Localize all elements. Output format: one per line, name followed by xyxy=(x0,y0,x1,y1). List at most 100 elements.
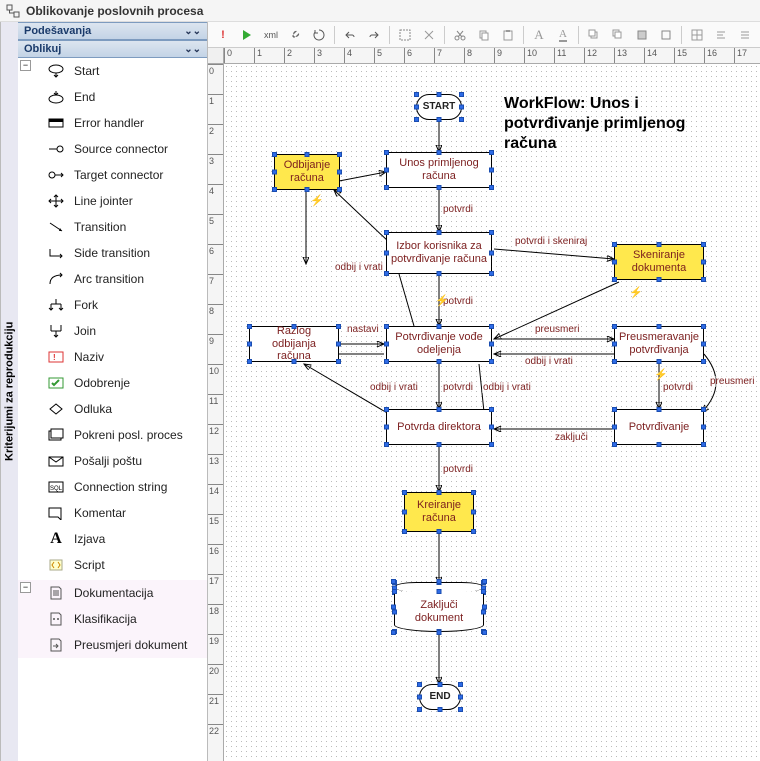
node-razlog[interactable]: Razlog odbijanja računa xyxy=(249,326,339,362)
tool-label: Start xyxy=(74,64,99,78)
node-preusmeravanje[interactable]: Preusmeravanje potvrđivanja xyxy=(614,326,704,362)
text-button[interactable]: A xyxy=(528,24,550,46)
ruler-vertical: 012345678910111213141516171819202122 xyxy=(208,64,224,761)
panel-design-header[interactable]: Oblikuj ⌄⌄ xyxy=(18,40,207,58)
node-potvrdjivanje-vode[interactable]: Potvrđivanje vođe odeljenja xyxy=(386,326,492,362)
tool-transition[interactable]: Transition xyxy=(18,214,207,240)
line-color-button[interactable] xyxy=(655,24,677,46)
arc-transition-icon xyxy=(46,270,66,288)
tool-arc-transition[interactable]: Arc transition xyxy=(18,266,207,292)
tool-fork[interactable]: Fork xyxy=(18,292,207,318)
approval-icon xyxy=(46,374,66,392)
decision-icon xyxy=(46,400,66,418)
tool-script[interactable]: Script xyxy=(18,552,207,578)
redo-button[interactable] xyxy=(363,24,385,46)
xml-button[interactable]: xml xyxy=(260,24,282,46)
canvas-toolbar: ! xml A A xyxy=(208,22,760,48)
node-potvrda-direktora[interactable]: Potvrda direktora xyxy=(386,409,492,445)
tool-odobrenje[interactable]: Odobrenje xyxy=(18,370,207,396)
vertical-tab-criteria[interactable]: Kriterijumi za reprodukciju xyxy=(0,22,18,761)
validate-button[interactable]: ! xyxy=(212,24,234,46)
undo-button[interactable] xyxy=(339,24,361,46)
tool-label: Arc transition xyxy=(74,272,144,286)
conn-label: potvrdi i skeniraj xyxy=(514,236,588,247)
tool-connection-string[interactable]: SQL Connection string xyxy=(18,474,207,500)
tool-odluka[interactable]: Odluka xyxy=(18,396,207,422)
tool-label: Target connector xyxy=(74,168,163,182)
reload-button[interactable] xyxy=(308,24,330,46)
tool-label: Source connector xyxy=(74,142,168,156)
node-zakljuci[interactable]: Zaključi dokument xyxy=(394,582,484,632)
tool-naziv[interactable]: ! Naziv xyxy=(18,344,207,370)
side-transition-icon xyxy=(46,244,66,262)
tool-label: Klasifikacija xyxy=(74,612,137,626)
script-icon xyxy=(46,556,66,574)
name-icon: ! xyxy=(46,348,66,366)
tool-palette: − Start End Error handler Source connect… xyxy=(18,58,207,761)
grid-button[interactable] xyxy=(686,24,708,46)
svg-text:SQL: SQL xyxy=(50,486,63,492)
tool-klasifikacija[interactable]: Klasifikacija xyxy=(18,606,207,632)
transition-icon xyxy=(46,218,66,236)
tool-end[interactable]: End xyxy=(18,84,207,110)
tool-side-transition[interactable]: Side transition xyxy=(18,240,207,266)
tool-start[interactable]: Start xyxy=(18,58,207,84)
tool-preusmjeri-dokument[interactable]: Preusmjeri dokument xyxy=(18,632,207,658)
panel-settings-header[interactable]: Podešavanja ⌄⌄ xyxy=(18,22,207,40)
bring-front-button[interactable] xyxy=(583,24,605,46)
conn-label: potvrdi xyxy=(442,204,474,215)
workflow-canvas[interactable]: WorkFlow: Unos i potvrđivanje primljenog… xyxy=(224,64,760,761)
node-skeniranje[interactable]: Skeniranje dokumenta xyxy=(614,244,704,280)
tool-label: Transition xyxy=(74,220,126,234)
tool-source-connector[interactable]: Source connector xyxy=(18,136,207,162)
select-button[interactable] xyxy=(394,24,416,46)
conn-label: potvrdi xyxy=(442,382,474,393)
conn-label: zaključi xyxy=(554,432,589,443)
fill-color-button[interactable] xyxy=(631,24,653,46)
copy-button[interactable] xyxy=(473,24,495,46)
node-kreiranje[interactable]: Kreiranje računa xyxy=(404,492,474,532)
classification-icon xyxy=(46,610,66,628)
cut-button[interactable] xyxy=(449,24,471,46)
tool-komentar[interactable]: Komentar xyxy=(18,500,207,526)
fork-icon xyxy=(46,296,66,314)
run-button[interactable] xyxy=(236,24,258,46)
workflow-title: WorkFlow: Unos i potvrđivanje primljenog… xyxy=(504,94,724,154)
delete-button[interactable] xyxy=(418,24,440,46)
tool-error-handler[interactable]: Error handler xyxy=(18,110,207,136)
window-title: Oblikovanje poslovnih procesa xyxy=(26,4,203,18)
tool-izjava[interactable]: A Izjava xyxy=(18,526,207,552)
ruler-corner xyxy=(208,48,224,64)
conn-label: nastavi xyxy=(346,324,380,335)
node-start[interactable]: START xyxy=(416,94,462,120)
node-izbor[interactable]: Izbor korisnika za potvrđivanje računa xyxy=(386,232,492,274)
end-icon xyxy=(46,88,66,106)
tool-label: Connection string xyxy=(74,480,167,494)
node-odbijanje[interactable]: Odbijanje računa xyxy=(274,154,340,190)
tool-join[interactable]: Join xyxy=(18,318,207,344)
line-jointer-icon xyxy=(46,192,66,210)
chevron-down-icon: ⌄⌄ xyxy=(184,44,201,55)
wrench-button[interactable] xyxy=(284,24,306,46)
align-button[interactable] xyxy=(710,24,732,46)
tool-target-connector[interactable]: Target connector xyxy=(18,162,207,188)
conn-label: odbij i vrati xyxy=(482,382,532,393)
tool-label: Odluka xyxy=(74,402,112,416)
font-color-button[interactable]: A xyxy=(552,24,574,46)
node-potvrdjivanje[interactable]: Potvrđivanje xyxy=(614,409,704,445)
send-back-button[interactable] xyxy=(607,24,629,46)
tool-pokreni-proces[interactable]: Pokreni posl. proces xyxy=(18,422,207,448)
comment-icon xyxy=(46,504,66,522)
svg-text:!: ! xyxy=(53,353,56,362)
conn-label: potvrdi xyxy=(662,382,694,393)
node-end[interactable]: END xyxy=(419,684,461,710)
chevron-down-icon: ⌄⌄ xyxy=(184,26,201,37)
trigger-spark-icon: ⚡ xyxy=(629,286,643,299)
tool-posalji-postu[interactable]: Pošalji poštu xyxy=(18,448,207,474)
node-unos[interactable]: Unos primljenog računa xyxy=(386,152,492,188)
tool-line-jointer[interactable]: Line jointer xyxy=(18,188,207,214)
panel-settings-label: Podešavanja xyxy=(24,25,91,37)
distribute-button[interactable] xyxy=(734,24,756,46)
tool-dokumentacija[interactable]: Dokumentacija xyxy=(18,580,207,606)
paste-button[interactable] xyxy=(497,24,519,46)
